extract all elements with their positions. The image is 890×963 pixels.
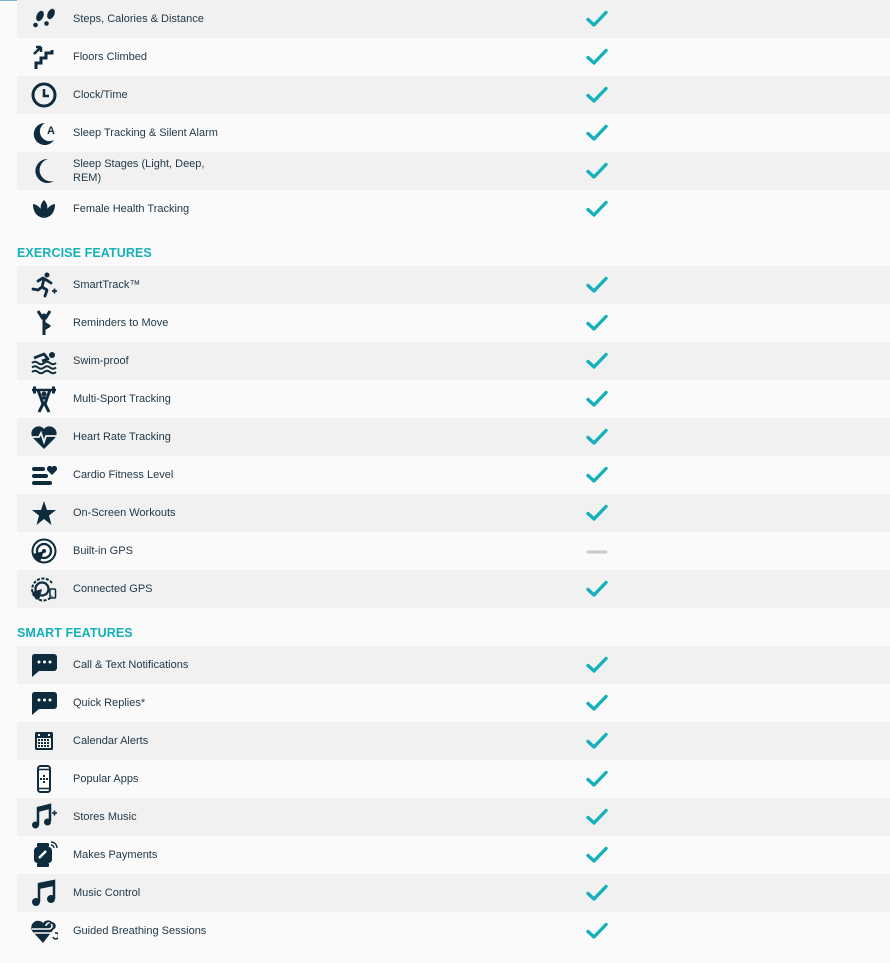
lotus-icon [29, 195, 59, 223]
feature-label: Popular Apps [73, 773, 139, 785]
clock-icon [29, 81, 59, 109]
feature-row: Multi-Sport Tracking [17, 380, 890, 418]
feature-label: Connected GPS [73, 583, 153, 595]
checkmark-icon [585, 579, 609, 599]
gps-icon [29, 537, 59, 565]
checkmark-icon [585, 161, 609, 181]
feature-label: Guided Breathing Sessions [73, 925, 207, 937]
feature-label: Calendar Alerts [73, 735, 149, 747]
feature-label: Stores Music [73, 811, 137, 823]
runner-icon [29, 271, 59, 299]
breathing-heart-icon [29, 917, 59, 945]
feature-row: Floors Climbed [17, 38, 890, 76]
checkmark-icon [585, 731, 609, 751]
feature-row: Reminders to Move [17, 304, 890, 342]
music-note-icon [29, 879, 59, 907]
feature-label: On-Screen Workouts [73, 507, 176, 519]
feature-row: SmartTrack™ [17, 266, 890, 304]
feature-row: Stores Music [17, 798, 890, 836]
cardio-level-icon [29, 461, 59, 489]
feature-row: Sleep Stages (Light, Deep, REM) [17, 152, 890, 190]
feature-label: Heart Rate Tracking [73, 431, 171, 443]
feature-row: Call & Text Notifications [17, 646, 890, 684]
not-supported-dash-icon [585, 541, 609, 561]
chat-bubble-icon [29, 651, 59, 679]
feature-row: Music Control [17, 874, 890, 912]
checkmark-icon [585, 769, 609, 789]
feature-row: Quick Replies* [17, 684, 890, 722]
music-plus-icon [29, 803, 59, 831]
footsteps-icon [29, 5, 59, 33]
feature-label: Call & Text Notifications [73, 659, 189, 671]
checkmark-icon [585, 199, 609, 219]
checkmark-icon [585, 85, 609, 105]
feature-label: Swim-proof [73, 355, 129, 367]
feature-row: Female Health Tracking [17, 190, 890, 228]
checkmark-icon [585, 883, 609, 903]
feature-comparison-table: Steps, Calories & Distance Floors Climbed… [17, 0, 890, 950]
checkmark-icon [585, 389, 609, 409]
sleep-alarm-icon: A [29, 119, 59, 147]
section-header: SMART FEATURES [17, 608, 890, 646]
feature-row: Steps, Calories & Distance [17, 0, 890, 38]
stairs-icon [29, 43, 59, 71]
stretch-figure-icon [29, 309, 59, 337]
checkmark-icon [585, 465, 609, 485]
checkmark-icon [585, 807, 609, 827]
feature-row: A Sleep Tracking & Silent Alarm [17, 114, 890, 152]
checkmark-icon [585, 9, 609, 29]
feature-label: Built-in GPS [73, 545, 133, 557]
feature-label: Music Control [73, 887, 141, 899]
section-title: SMART FEATURES [17, 626, 133, 640]
swimmer-icon [29, 347, 59, 375]
feature-row: Clock/Time [17, 76, 890, 114]
star-icon [29, 499, 59, 527]
checkmark-icon [585, 427, 609, 447]
feature-row: On-Screen Workouts [17, 494, 890, 532]
feature-row: Built-in GPS [17, 532, 890, 570]
weightlifter-icon [29, 385, 59, 413]
feature-row: Heart Rate Tracking [17, 418, 890, 456]
moon-icon [29, 157, 59, 185]
heart-rate-icon [29, 423, 59, 451]
phone-apps-icon [29, 765, 59, 793]
feature-row: Cardio Fitness Level [17, 456, 890, 494]
checkmark-icon [585, 693, 609, 713]
feature-label: Sleep Tracking & Silent Alarm [73, 127, 218, 139]
connected-gps-icon [29, 575, 59, 603]
feature-label: Multi-Sport Tracking [73, 393, 171, 405]
checkmark-icon [585, 47, 609, 67]
calendar-icon [29, 727, 59, 755]
feature-label: SmartTrack™ [73, 279, 141, 291]
feature-label: Clock/Time [73, 89, 128, 101]
feature-label: Reminders to Move [73, 317, 169, 329]
checkmark-icon [585, 503, 609, 523]
feature-label: Steps, Calories & Distance [73, 13, 204, 25]
feature-label: Sleep Stages (Light, Deep, REM) [73, 158, 205, 184]
chat-bubble-icon [29, 689, 59, 717]
section-header: EXERCISE FEATURES [17, 228, 890, 266]
feature-row: Calendar Alerts [17, 722, 890, 760]
section-title: EXERCISE FEATURES [17, 246, 152, 260]
feature-label: Makes Payments [73, 849, 158, 861]
feature-row: Makes Payments [17, 836, 890, 874]
checkmark-icon [585, 123, 609, 143]
feature-row: Swim-proof [17, 342, 890, 380]
feature-label: Floors Climbed [73, 51, 147, 63]
checkmark-icon [585, 655, 609, 675]
svg-text:A: A [47, 125, 55, 137]
payment-watch-icon [29, 841, 59, 869]
checkmark-icon [585, 845, 609, 865]
checkmark-icon [585, 275, 609, 295]
feature-row: Connected GPS [17, 570, 890, 608]
feature-label: Female Health Tracking [73, 203, 190, 215]
feature-label: Quick Replies* [73, 697, 146, 709]
feature-label: Cardio Fitness Level [73, 469, 174, 481]
feature-row: Guided Breathing Sessions [17, 912, 890, 950]
checkmark-icon [585, 351, 609, 371]
checkmark-icon [585, 921, 609, 941]
feature-row: Popular Apps [17, 760, 890, 798]
checkmark-icon [585, 313, 609, 333]
